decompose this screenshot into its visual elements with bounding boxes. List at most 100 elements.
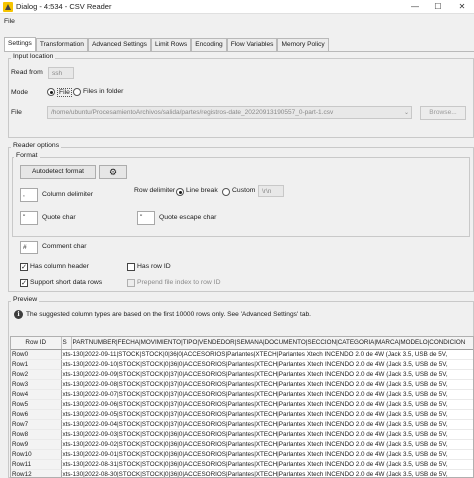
- column-delimiter-input[interactable]: ,: [20, 188, 38, 202]
- table-row[interactable]: Row9 xts-130|2022-09-02|STOCK|STOCK|0|36|…: [11, 439, 473, 450]
- custom-delimiter-input[interactable]: \r\n: [258, 185, 284, 197]
- row-id-cell: Row4: [11, 389, 62, 400]
- custom-radio[interactable]: [222, 188, 230, 196]
- row-id-cell: Row9: [11, 439, 62, 450]
- tab-limit-rows[interactable]: Limit Rows: [150, 38, 192, 51]
- row-id-cell: Row1: [11, 359, 62, 370]
- close-icon[interactable]: ✕: [451, 0, 473, 14]
- table-cell: xts-130|2022-09-03|STOCK|STOCK|0|36|0|AC…: [61, 429, 473, 440]
- maximize-icon[interactable]: ☐: [427, 0, 449, 14]
- row-id-cell: Row2: [11, 369, 62, 380]
- column-header-s[interactable]: S: [61, 337, 72, 350]
- menu-bar: [0, 14, 474, 32]
- row-delimiter-label: Row delimiter: [134, 187, 176, 194]
- custom-delimiter-value: \r\n: [262, 188, 272, 195]
- row-id-cell: Row11: [11, 459, 62, 470]
- row-id-cell: Row8: [11, 429, 62, 440]
- line-break-label[interactable]: Line break: [186, 187, 218, 194]
- info-icon: i: [14, 310, 23, 319]
- comment-char-input[interactable]: #: [20, 241, 38, 254]
- read-from-label: Read from: [11, 69, 43, 76]
- tab-memory-policy[interactable]: Memory Policy: [277, 38, 329, 51]
- table-row[interactable]: Row12 xts-130|2022-08-30|STOCK|STOCK|0|36…: [11, 469, 473, 477]
- read-from-value: ssh: [52, 70, 63, 77]
- quote-escape-input[interactable]: ": [137, 211, 155, 225]
- mode-file-radio[interactable]: [47, 88, 55, 96]
- file-label: File: [11, 109, 22, 116]
- table-row[interactable]: Row1 xts-130|2022-09-10|STOCK|STOCK|0|36|…: [11, 359, 473, 370]
- table-row[interactable]: Row4 xts-130|2022-09-07|STOCK|STOCK|0|37|…: [11, 389, 473, 400]
- table-cell: xts-130|2022-09-04|STOCK|STOCK|0|37|0|AC…: [61, 419, 473, 430]
- table-row[interactable]: Row0 xts-130|2022-09-11|STOCK|STOCK|0|36|…: [11, 349, 473, 360]
- table-cell: xts-130|2022-08-31|STOCK|STOCK|0|36|0|AC…: [61, 459, 473, 470]
- input-location-group: [8, 58, 474, 138]
- row-id-cell: Row10: [11, 449, 62, 460]
- mode-folder-label[interactable]: Files in folder: [83, 88, 123, 95]
- menu-file[interactable]: File: [4, 18, 15, 25]
- tab-transformation[interactable]: Transformation: [35, 38, 88, 51]
- table-cell: xts-130|2022-09-08|STOCK|STOCK|0|37|0|AC…: [61, 379, 473, 390]
- autodetect-format-button[interactable]: Autodetect format: [20, 165, 96, 179]
- preview-info-text: The suggested column types are based on …: [26, 311, 311, 318]
- window-title: Dialog - 4:534 - CSV Reader: [16, 2, 112, 11]
- line-break-radio[interactable]: [176, 188, 184, 196]
- column-header-rowid[interactable]: Row ID: [11, 337, 62, 350]
- has-row-id-checkbox[interactable]: [127, 263, 135, 271]
- preview-legend: Preview: [11, 296, 40, 303]
- table-row[interactable]: Row10 xts-130|2022-09-01|STOCK|STOCK|0|36…: [11, 449, 473, 460]
- table-cell: xts-130|2022-09-11|STOCK|STOCK|0|36|0|AC…: [61, 349, 473, 360]
- row-id-cell: Row6: [11, 409, 62, 420]
- quote-char-input[interactable]: ": [20, 211, 38, 225]
- table-cell: xts-130|2022-09-02|STOCK|STOCK|0|36|0|AC…: [61, 439, 473, 450]
- table-row[interactable]: Row7 xts-130|2022-09-04|STOCK|STOCK|0|37|…: [11, 419, 473, 430]
- file-path-input[interactable]: /home/ubuntu/ProcesamientoArchivos/salid…: [47, 106, 412, 119]
- input-location-legend: Input location: [11, 53, 56, 60]
- table-row[interactable]: Row5 xts-130|2022-09-06|STOCK|STOCK|0|37|…: [11, 399, 473, 410]
- tab-encoding[interactable]: Encoding: [191, 38, 227, 51]
- has-column-header-checkbox[interactable]: ✓: [20, 263, 28, 271]
- knime-app-icon: [3, 2, 13, 12]
- quote-char-label: Quote char: [42, 214, 76, 221]
- minimize-icon[interactable]: —: [404, 0, 426, 14]
- table-cell: xts-130|2022-09-06|STOCK|STOCK|0|37|0|AC…: [61, 399, 473, 410]
- row-id-cell: Row5: [11, 399, 62, 410]
- has-column-header-label[interactable]: Has column header: [30, 263, 89, 270]
- has-row-id-label[interactable]: Has row ID: [137, 263, 171, 270]
- support-short-rows-label[interactable]: Support short data rows: [30, 279, 102, 286]
- gear-icon[interactable]: ⚙: [99, 165, 127, 179]
- mode-file-label[interactable]: File: [57, 88, 72, 97]
- tab-settings[interactable]: Settings: [4, 37, 36, 51]
- row-id-cell: Row12: [11, 469, 62, 477]
- mode-folder-radio[interactable]: [73, 88, 81, 96]
- browse-button[interactable]: Browse...: [420, 106, 466, 120]
- tab-flow-variables[interactable]: Flow Variables: [226, 38, 278, 51]
- table-row[interactable]: Row2 xts-130|2022-09-09|STOCK|STOCK|0|37|…: [11, 369, 473, 380]
- quote-escape-label: Quote escape char: [159, 214, 217, 221]
- tab-strip: Settings Transformation Advanced Setting…: [4, 37, 329, 51]
- prepend-file-index-label[interactable]: Prepend file index to row ID: [137, 279, 221, 286]
- column-header-data[interactable]: PARTNUMBER|FECHA|MOVIMIENTO|TIPO|VENDEDO…: [71, 337, 473, 350]
- table-row[interactable]: Row3 xts-130|2022-09-08|STOCK|STOCK|0|37|…: [11, 379, 473, 390]
- chevron-down-icon[interactable]: ⌄: [404, 109, 409, 116]
- table-row[interactable]: Row11 xts-130|2022-08-31|STOCK|STOCK|0|36…: [11, 459, 473, 470]
- table-row[interactable]: Row8 xts-130|2022-09-03|STOCK|STOCK|0|36|…: [11, 429, 473, 440]
- table-cell: xts-130|2022-09-05|STOCK|STOCK|0|37|0|AC…: [61, 409, 473, 420]
- column-delimiter-label: Column delimiter: [42, 191, 93, 198]
- table-cell: xts-130|2022-08-30|STOCK|STOCK|0|36|0|AC…: [61, 469, 473, 477]
- table-cell: xts-130|2022-09-09|STOCK|STOCK|0|37|0|AC…: [61, 369, 473, 380]
- row-id-cell: Row3: [11, 379, 62, 390]
- prepend-file-index-checkbox[interactable]: [127, 279, 135, 287]
- custom-label[interactable]: Custom: [232, 187, 255, 194]
- preview-table: Row ID S PARTNUMBER|FECHA|MOVIMIENTO|TIP…: [10, 336, 474, 478]
- tab-advanced-settings[interactable]: Advanced Settings: [87, 38, 151, 51]
- format-legend: Format: [14, 152, 40, 159]
- file-path-value: /home/ubuntu/ProcesamientoArchivos/salid…: [51, 109, 334, 116]
- table-cell: xts-130|2022-09-01|STOCK|STOCK|0|36|0|AC…: [61, 449, 473, 460]
- row-id-cell: Row0: [11, 349, 62, 360]
- table-cell: xts-130|2022-09-10|STOCK|STOCK|0|36|0|AC…: [61, 359, 473, 370]
- table-row[interactable]: Row6 xts-130|2022-09-05|STOCK|STOCK|0|37|…: [11, 409, 473, 420]
- comment-char-label: Comment char: [42, 243, 87, 250]
- read-from-select[interactable]: ssh: [48, 67, 74, 79]
- support-short-rows-checkbox[interactable]: ✓: [20, 279, 28, 287]
- table-cell: xts-130|2022-09-07|STOCK|STOCK|0|37|0|AC…: [61, 389, 473, 400]
